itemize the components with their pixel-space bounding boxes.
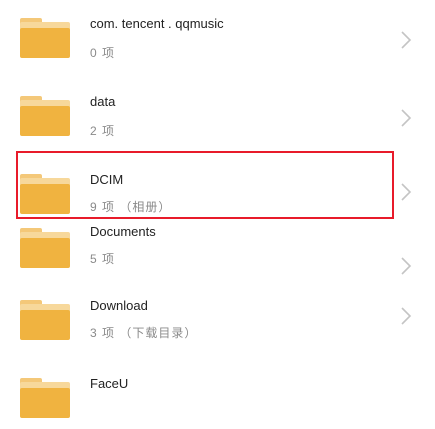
folder-name: Documents bbox=[90, 224, 156, 239]
folder-name: com. tencent . qqmusic bbox=[90, 16, 224, 31]
folder-row-com-tencent-qqmusic[interactable]: com. tencent . qqmusic 0 项 bbox=[0, 6, 435, 84]
folder-name: FaceU bbox=[90, 376, 129, 391]
folder-row-download[interactable]: Download 3 项 （下载目录） bbox=[0, 290, 435, 368]
chevron-right-icon bbox=[399, 30, 413, 50]
folder-item-count: 5 项 bbox=[90, 252, 116, 266]
folder-row-faceu[interactable]: FaceU bbox=[0, 366, 435, 429]
folder-item-count: 0 项 bbox=[90, 46, 116, 60]
folder-icon bbox=[20, 378, 70, 418]
folder-item-count: 3 项 （下载目录） bbox=[90, 326, 198, 340]
folder-row-documents[interactable]: Documents 5 项 bbox=[0, 216, 435, 294]
folder-icon bbox=[20, 228, 70, 268]
folder-item-count: 2 项 bbox=[90, 124, 116, 138]
file-list: com. tencent . qqmusic 0 项 data 2 项 DCIM… bbox=[0, 0, 435, 429]
folder-icon bbox=[20, 300, 70, 340]
folder-name: Download bbox=[90, 298, 148, 313]
chevron-right-icon bbox=[399, 182, 413, 202]
chevron-right-icon bbox=[399, 256, 413, 276]
folder-icon bbox=[20, 18, 70, 58]
chevron-right-icon bbox=[399, 306, 413, 326]
chevron-right-icon bbox=[399, 108, 413, 128]
folder-name: data bbox=[90, 94, 116, 109]
folder-icon bbox=[20, 96, 70, 136]
selection-highlight bbox=[16, 151, 394, 219]
